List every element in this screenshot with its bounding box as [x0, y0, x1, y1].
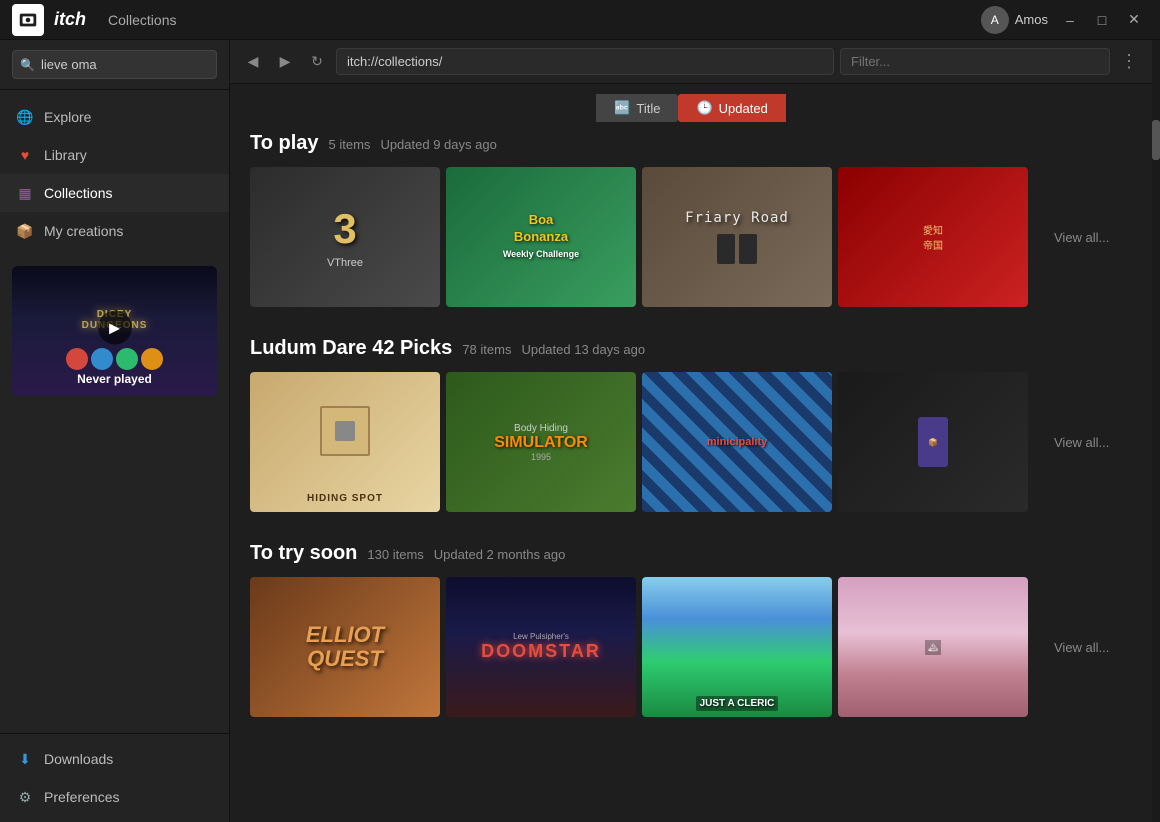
featured-game[interactable]: DICEYDUNGEONS ▶ Never played — [12, 266, 217, 396]
download-icon: ⬇ — [16, 750, 34, 768]
game-thumb-aichi[interactable]: 愛知帝国 — [838, 167, 1028, 307]
game-thumb-pink-mountain[interactable]: 🏔 — [838, 577, 1028, 717]
sort-title-button[interactable]: 🔤 Title — [596, 94, 678, 122]
search-input[interactable] — [12, 50, 217, 79]
sidebar-item-explore[interactable]: 🌐 Explore — [0, 98, 229, 136]
sort-updated-label: Updated — [719, 101, 768, 116]
game-thumb-4[interactable]: 📦 — [838, 372, 1028, 512]
collection-ludum-dare: Ludum Dare 42 Picks 78 items Updated 13 … — [250, 337, 1132, 512]
sort-updated-button[interactable]: 🕒 Updated — [678, 94, 785, 122]
game-thumb-friary-road[interactable]: Friary Road — [642, 167, 832, 307]
forward-button[interactable]: ▶ — [272, 49, 298, 75]
user-info[interactable]: A Amos — [981, 6, 1048, 34]
sort-title-label: Title — [636, 101, 660, 116]
sort-title-icon: 🔤 — [614, 100, 630, 116]
box-icon: 📦 — [16, 222, 34, 240]
content-area: ◀ ▶ ↻ ⋮ 🔤 Title 🕒 Updated To play 5 item… — [230, 40, 1152, 822]
view-all-to-try-soon[interactable]: View all... — [1034, 577, 1129, 717]
collection-header-ludum-dare: Ludum Dare 42 Picks 78 items Updated 13 … — [250, 337, 1132, 360]
sidebar-downloads-label: Downloads — [44, 751, 113, 767]
collection-name-to-play: To play — [250, 132, 319, 155]
play-icon[interactable]: ▶ — [98, 311, 132, 345]
game-thumb-elliot-quest[interactable]: ELLIOTQUEST — [250, 577, 440, 717]
sidebar: 🔍 🌐 Explore ♥ Library ▦ Collections 📦 My… — [0, 40, 230, 822]
main-layout: 🔍 🌐 Explore ♥ Library ▦ Collections 📦 My… — [0, 40, 1160, 822]
minimize-button[interactable]: – — [1056, 8, 1084, 32]
sidebar-collections-label: Collections — [44, 185, 112, 201]
collection-count-to-play: 5 items — [329, 137, 371, 152]
search-wrapper: 🔍 — [12, 50, 217, 79]
sidebar-item-preferences[interactable]: ⚙ Preferences — [0, 778, 229, 816]
game-thumb-just-a-cleric[interactable]: JUST A CLERIC — [642, 577, 832, 717]
sidebar-item-downloads[interactable]: ⬇ Downloads — [0, 740, 229, 778]
game-thumb-vthree[interactable]: 3 VThree — [250, 167, 440, 307]
scrollbar-track[interactable] — [1152, 40, 1160, 822]
search-icon: 🔍 — [20, 58, 35, 72]
close-button[interactable]: ✕ — [1120, 8, 1148, 32]
game-thumb-minicipality[interactable]: minicipality — [642, 372, 832, 512]
sidebar-nav: 🌐 Explore ♥ Library ▦ Collections 📦 My c… — [0, 90, 229, 733]
sidebar-search-area: 🔍 — [0, 40, 229, 90]
refresh-button[interactable]: ↻ — [304, 49, 330, 75]
game-thumb-body-hiding-sim[interactable]: Body Hiding SIMULATOR 1995 — [446, 372, 636, 512]
window-controls: – □ ✕ — [1056, 8, 1148, 32]
url-input[interactable] — [336, 48, 834, 75]
collection-games-to-play: 3 VThree BoaBonanzaWeekly Challenge Fria — [250, 167, 1132, 307]
avatar: A — [981, 6, 1009, 34]
gear-icon: ⚙ — [16, 788, 34, 806]
collection-header-to-try-soon: To try soon 130 items Updated 2 months a… — [250, 542, 1132, 565]
app-logo — [12, 4, 44, 36]
game-thumb-hiding-spot[interactable]: HIDING SPOT — [250, 372, 440, 512]
collection-updated-ludum-dare: Updated 13 days ago — [521, 342, 645, 357]
featured-game-image: DICEYDUNGEONS ▶ Never played — [12, 266, 217, 396]
sidebar-explore-label: Explore — [44, 109, 91, 125]
collection-to-try-soon: To try soon 130 items Updated 2 months a… — [250, 542, 1132, 717]
titlebar-right: A Amos – □ ✕ — [981, 6, 1148, 34]
app-name: itch — [54, 9, 86, 30]
sidebar-item-library[interactable]: ♥ Library — [0, 136, 229, 174]
grid-icon: ▦ — [16, 184, 34, 202]
titlebar-left: itch Collections — [12, 4, 177, 36]
collection-updated-to-play: Updated 9 days ago — [380, 137, 496, 152]
sidebar-preferences-label: Preferences — [44, 789, 119, 805]
maximize-button[interactable]: □ — [1088, 8, 1116, 32]
collection-updated-to-try-soon: Updated 2 months ago — [434, 547, 566, 562]
collection-count-ludum-dare: 78 items — [462, 342, 511, 357]
collection-count-to-try-soon: 130 items — [367, 547, 423, 562]
sortbar: 🔤 Title 🕒 Updated — [230, 84, 1152, 132]
view-all-ludum-dare[interactable]: View all... — [1034, 372, 1129, 512]
sidebar-mycreations-label: My creations — [44, 223, 123, 239]
globe-icon: 🌐 — [16, 108, 34, 126]
collections-scroll[interactable]: To play 5 items Updated 9 days ago 3 VTh… — [230, 132, 1152, 822]
titlebar: itch Collections A Amos – □ ✕ — [0, 0, 1160, 40]
user-name: Amos — [1015, 12, 1048, 27]
game-thumb-boa-bonanza[interactable]: BoaBonanzaWeekly Challenge — [446, 167, 636, 307]
collection-name-to-try-soon: To try soon — [250, 542, 357, 565]
addressbar: ◀ ▶ ↻ ⋮ — [230, 40, 1152, 84]
sort-updated-icon: 🕒 — [696, 100, 712, 116]
view-all-to-play[interactable]: View all... — [1034, 167, 1129, 307]
game-thumb-doomstar[interactable]: Lew Pulsipher's DOOMSTAR — [446, 577, 636, 717]
sidebar-item-my-creations[interactable]: 📦 My creations — [0, 212, 229, 250]
collection-to-play: To play 5 items Updated 9 days ago 3 VTh… — [250, 132, 1132, 307]
sidebar-library-label: Library — [44, 147, 87, 163]
back-button[interactable]: ◀ — [240, 49, 266, 75]
filter-input[interactable] — [840, 48, 1110, 75]
collection-games-to-try-soon: ELLIOTQUEST Lew Pulsipher's DOOMSTAR JUS — [250, 577, 1132, 717]
window-title: Collections — [108, 12, 176, 28]
sidebar-item-collections[interactable]: ▦ Collections — [0, 174, 229, 212]
featured-game-title: Never played — [77, 372, 152, 386]
collection-games-ludum-dare: HIDING SPOT Body Hiding SIMULATOR 1995 m… — [250, 372, 1132, 512]
heart-icon: ♥ — [16, 146, 34, 164]
collection-name-ludum-dare: Ludum Dare 42 Picks — [250, 337, 452, 360]
more-button[interactable]: ⋮ — [1116, 49, 1142, 75]
collection-header-to-play: To play 5 items Updated 9 days ago — [250, 132, 1132, 155]
sidebar-bottom: ⬇ Downloads ⚙ Preferences — [0, 733, 229, 822]
